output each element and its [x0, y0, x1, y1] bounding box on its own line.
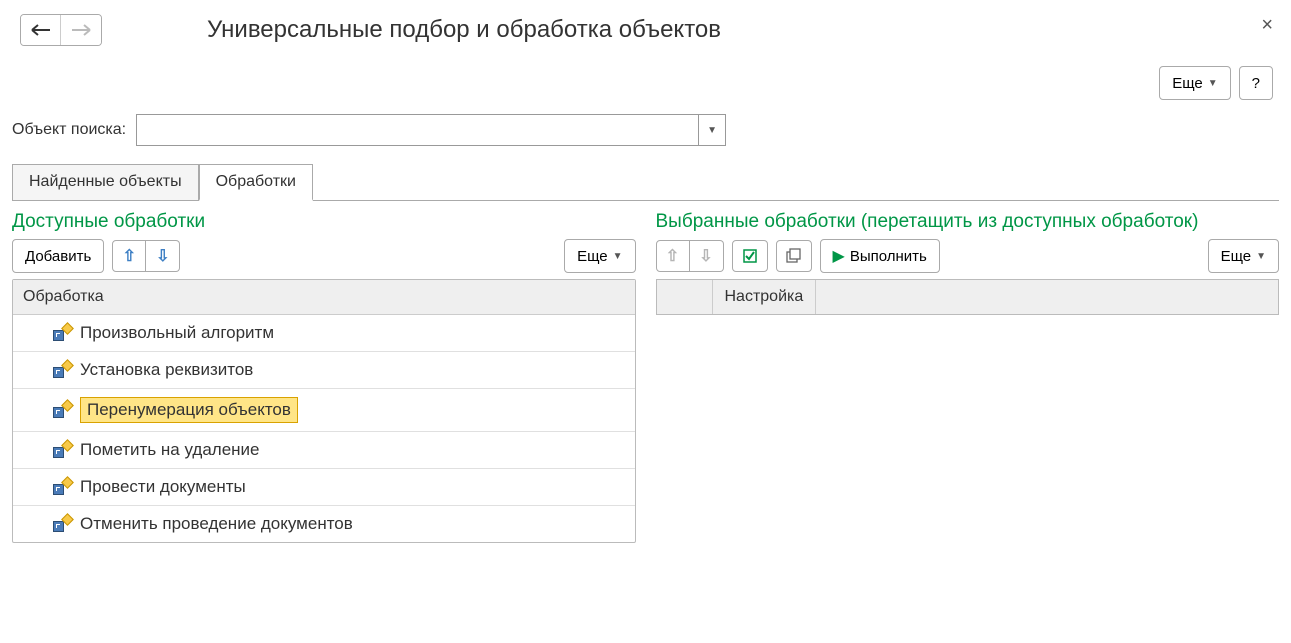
row-label: Провести документы: [80, 477, 246, 497]
left-column-header: Обработка: [13, 280, 635, 315]
help-button[interactable]: ?: [1239, 66, 1273, 100]
search-input[interactable]: [136, 114, 698, 146]
processing-icon: [53, 517, 70, 532]
processing-icon: [53, 480, 70, 495]
processing-icon: [53, 363, 70, 378]
arrow-down-icon: ⇩: [156, 246, 169, 266]
chevron-down-icon: ▼: [1256, 251, 1266, 262]
arrow-up-icon: ⇧: [123, 246, 136, 266]
more-button-left[interactable]: Еще ▼: [564, 239, 635, 273]
move-up-button[interactable]: ⇧: [112, 240, 146, 272]
table-row[interactable]: Перенумерация объектов: [13, 389, 635, 432]
deselect-all-button[interactable]: [776, 240, 812, 272]
search-dropdown-button[interactable]: ▼: [698, 114, 726, 146]
row-label: Отменить проведение документов: [80, 514, 353, 534]
row-label: Перенумерация объектов: [80, 397, 298, 423]
arrow-down-icon: ⇩: [699, 246, 712, 266]
selected-title: Выбранные обработки (перетащить из досту…: [656, 211, 1280, 233]
checkbox-column-header: [657, 280, 713, 314]
tab-found-objects[interactable]: Найденные объекты: [12, 164, 199, 201]
nav-back-button[interactable]: [21, 15, 61, 45]
available-title: Доступные обработки: [12, 211, 636, 233]
processing-icon: [53, 403, 70, 418]
chevron-down-icon: ▼: [707, 125, 717, 136]
move-up-button-right[interactable]: ⇧: [656, 240, 690, 272]
execute-button[interactable]: ▶ Выполнить: [820, 239, 940, 273]
more-button-right[interactable]: Еще ▼: [1208, 239, 1279, 273]
search-label: Объект поиска:: [12, 121, 126, 139]
table-row[interactable]: Провести документы: [13, 469, 635, 506]
arrow-up-icon: ⇧: [666, 246, 679, 266]
select-all-button[interactable]: [732, 240, 768, 272]
table-row[interactable]: Установка реквизитов: [13, 352, 635, 389]
processing-icon: [53, 326, 70, 341]
close-button[interactable]: ×: [1261, 14, 1273, 37]
setting-column-header: Настройка: [713, 280, 817, 314]
tab-processing[interactable]: Обработки: [199, 164, 313, 201]
page-title: Универсальные подбор и обработка объекто…: [207, 16, 721, 44]
chevron-down-icon: ▼: [613, 251, 623, 262]
row-label: Произвольный алгоритм: [80, 323, 274, 343]
move-down-button-right[interactable]: ⇩: [690, 240, 724, 272]
add-button[interactable]: Добавить: [12, 239, 104, 273]
row-label: Установка реквизитов: [80, 360, 253, 380]
chevron-down-icon: ▼: [1208, 78, 1218, 89]
move-down-button[interactable]: ⇩: [146, 240, 180, 272]
table-row[interactable]: Отменить проведение документов: [13, 506, 635, 542]
play-icon: ▶: [833, 246, 845, 266]
more-button-top[interactable]: Еще ▼: [1159, 66, 1230, 100]
processing-icon: [53, 443, 70, 458]
table-row[interactable]: Пометить на удаление: [13, 432, 635, 469]
row-label: Пометить на удаление: [80, 440, 260, 460]
table-row[interactable]: Произвольный алгоритм: [13, 315, 635, 352]
nav-forward-button[interactable]: [61, 15, 101, 45]
